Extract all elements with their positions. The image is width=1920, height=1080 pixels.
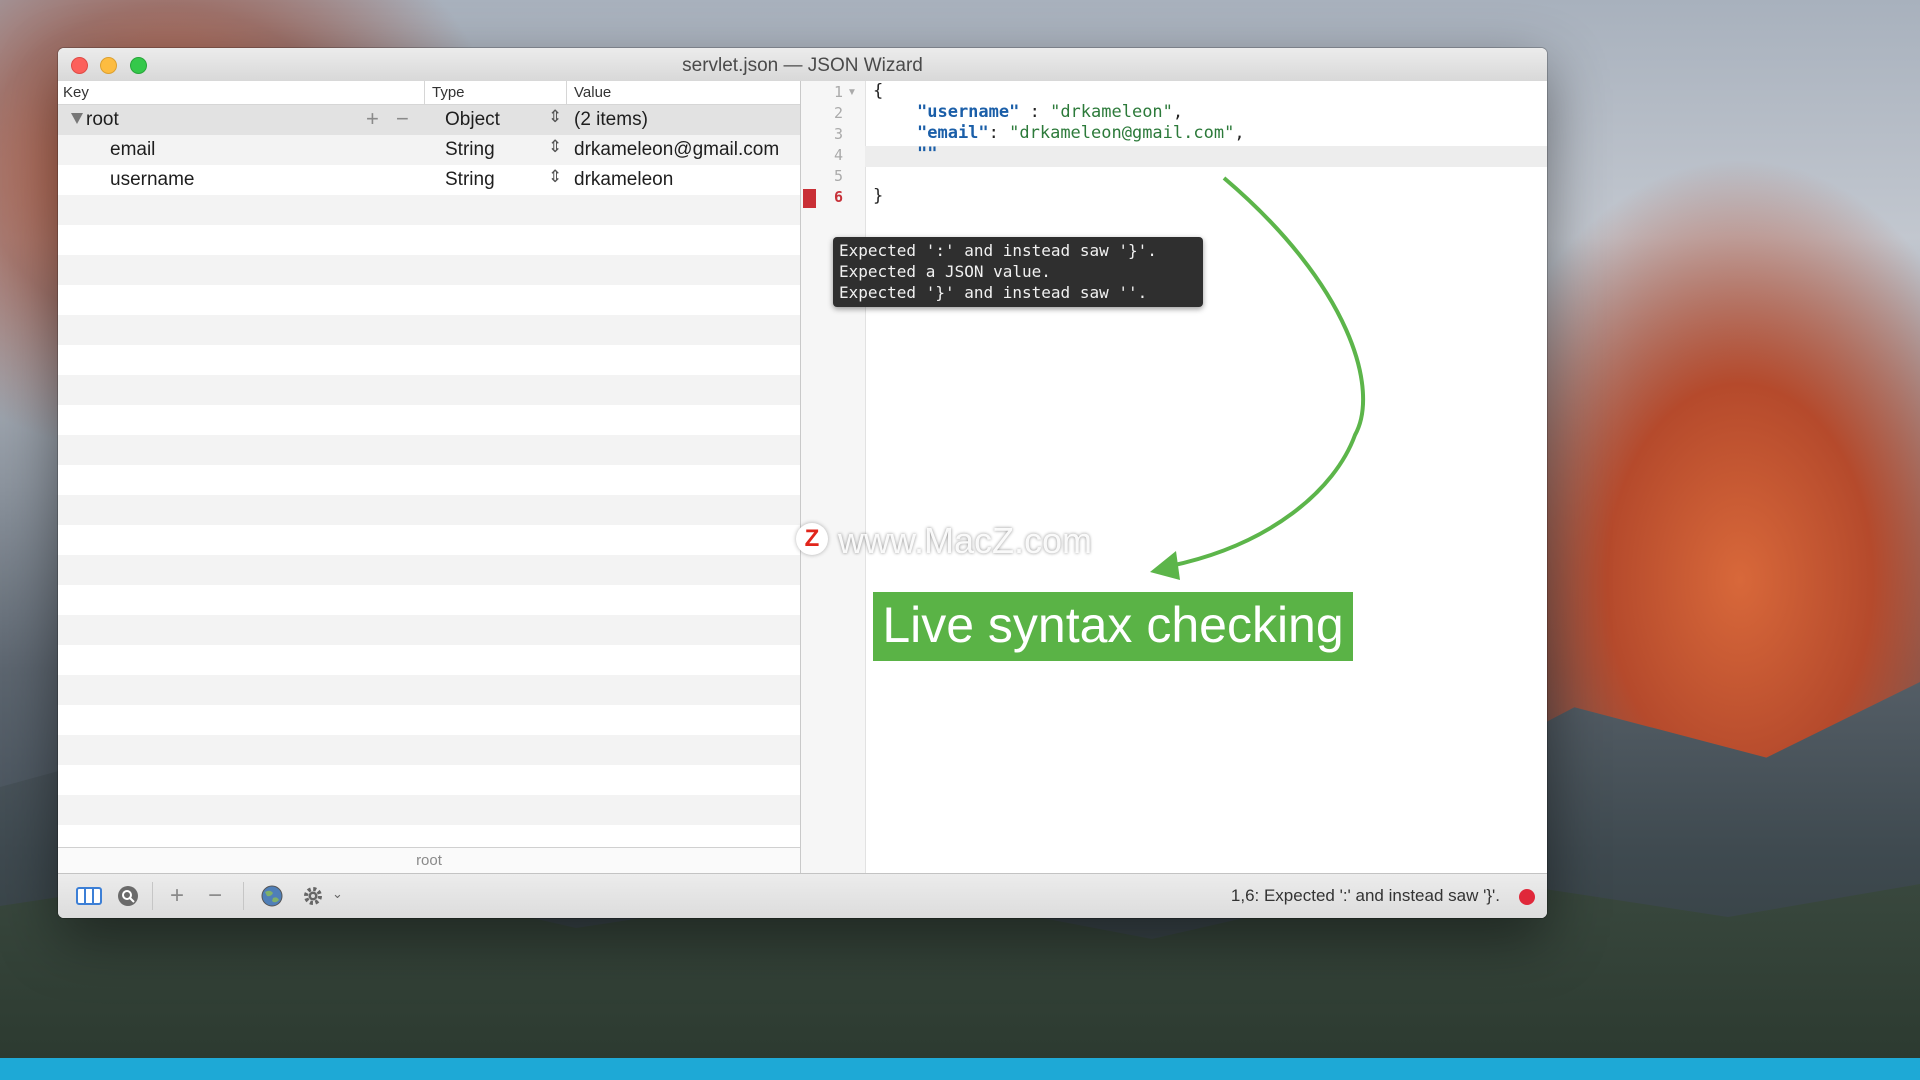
- watermark-logo-icon: Z: [796, 523, 828, 555]
- columns-view-icon[interactable]: [76, 884, 102, 908]
- row-type[interactable]: Object: [445, 109, 500, 131]
- tooltip-line: Expected '}' and instead saw ''.: [839, 283, 1148, 302]
- outline-row-email[interactable]: email String ⇕ drkameleon@gmail.com: [58, 135, 800, 165]
- column-separator[interactable]: [424, 81, 425, 104]
- current-line-highlight: [865, 146, 1547, 167]
- app-window: servlet.json — JSON Wizard Key Type Valu…: [58, 48, 1547, 918]
- row-type[interactable]: String: [445, 139, 495, 161]
- tooltip-line: Expected a JSON value.: [839, 262, 1051, 281]
- watermark-text: www.MacZ.com: [838, 520, 1093, 561]
- code-line-4: "": [917, 144, 938, 164]
- globe-icon[interactable]: [260, 884, 284, 908]
- outline-rows: root + − Object ⇕ (2 items) email String…: [58, 105, 800, 846]
- row-value[interactable]: (2 items): [574, 109, 648, 131]
- live-syntax-label: Live syntax checking: [873, 592, 1353, 661]
- remove-child-button[interactable]: −: [396, 106, 409, 132]
- row-key: username: [110, 169, 195, 190]
- code-editor[interactable]: 1 ▼ 2 3 4 5 6 { "username" : "drkameleon…: [801, 81, 1547, 873]
- column-type[interactable]: Type: [432, 84, 465, 101]
- code-text: { "username" : "drkameleon", "email": "d…: [831, 81, 1245, 221]
- json-key: "username": [917, 102, 1020, 122]
- bottom-banner: [0, 1058, 1920, 1080]
- add-item-button[interactable]: +: [170, 882, 184, 910]
- outline-row-root[interactable]: root + − Object ⇕ (2 items): [58, 105, 800, 135]
- remove-item-button[interactable]: −: [208, 882, 222, 910]
- gear-icon[interactable]: [302, 884, 324, 908]
- row-type[interactable]: String: [445, 169, 495, 191]
- row-value[interactable]: drkameleon: [574, 169, 673, 191]
- status-message: 1,6: Expected ':' and instead saw '}'.: [1230, 886, 1500, 905]
- bottom-toolbar: + − ⌄ 1,6: Expected ':' and instead saw …: [58, 873, 1547, 918]
- json-comma: ,: [1234, 123, 1245, 143]
- code-line-6: }: [873, 186, 884, 206]
- tooltip-line: Expected ':' and instead saw '}'.: [839, 241, 1157, 260]
- toolbar-separator: [152, 882, 153, 910]
- row-key: email: [110, 139, 156, 160]
- json-value: "drkameleon": [1050, 102, 1173, 122]
- title-bar[interactable]: servlet.json — JSON Wizard: [58, 48, 1547, 82]
- type-stepper-icon[interactable]: ⇕: [548, 107, 562, 127]
- code-line-1: {: [873, 81, 884, 101]
- row-key: root: [86, 109, 119, 130]
- json-comma: ,: [1172, 102, 1184, 122]
- path-bar[interactable]: root: [58, 847, 800, 874]
- json-colon: :: [1019, 102, 1051, 122]
- window-title: servlet.json — JSON Wizard: [682, 55, 923, 76]
- column-value[interactable]: Value: [574, 84, 611, 101]
- search-icon[interactable]: [116, 884, 140, 908]
- json-key: "email": [917, 123, 989, 143]
- disclosure-triangle-icon[interactable]: [71, 113, 83, 124]
- json-value: "drkameleon@gmail.com": [1009, 123, 1235, 143]
- column-key[interactable]: Key: [63, 84, 89, 101]
- json-colon: :: [988, 123, 1010, 143]
- outline-row-username[interactable]: username String ⇕ drkameleon: [58, 165, 800, 195]
- type-stepper-icon[interactable]: ⇕: [548, 137, 562, 157]
- chevron-down-icon[interactable]: ⌄: [332, 886, 343, 902]
- code-line-3: "email": "drkameleon@gmail.com",: [917, 123, 1245, 143]
- column-header: Key Type Value: [58, 81, 800, 105]
- error-tooltip: Expected ':' and instead saw '}'. Expect…: [833, 237, 1203, 307]
- column-separator[interactable]: [566, 81, 567, 104]
- code-line-2: "username" : "drkameleon",: [917, 102, 1183, 122]
- add-child-button[interactable]: +: [366, 106, 379, 132]
- error-status-dot[interactable]: [1519, 889, 1535, 905]
- row-value[interactable]: drkameleon@gmail.com: [574, 139, 779, 161]
- outline-pane: Key Type Value root + − Object ⇕ (2 item…: [58, 81, 800, 874]
- toolbar-separator: [243, 882, 244, 910]
- type-stepper-icon[interactable]: ⇕: [548, 167, 562, 187]
